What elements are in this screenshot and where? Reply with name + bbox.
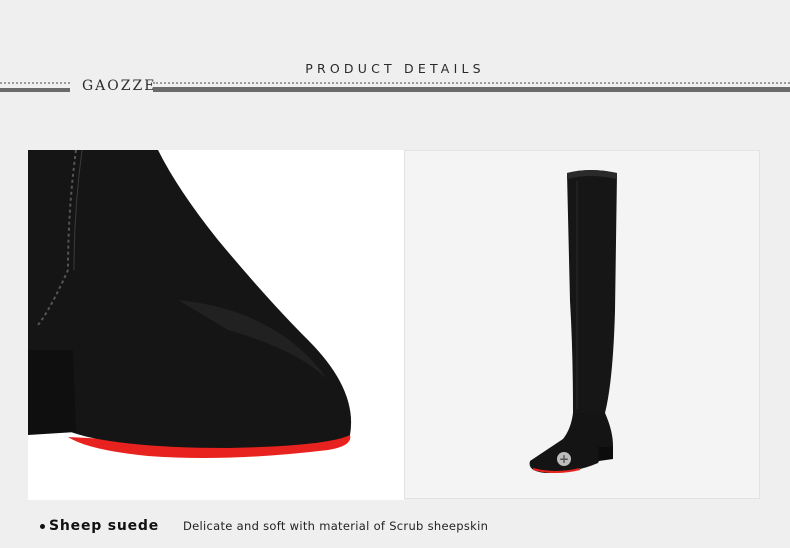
- header-title: PRODUCT DETAILS: [305, 61, 485, 76]
- boot-closeup-image: [28, 150, 404, 500]
- header-rule-left: [0, 88, 70, 92]
- brand-logo: GAOZZE: [82, 78, 157, 94]
- caption: Sheep suede: [40, 516, 159, 536]
- plus-circle-icon[interactable]: +: [557, 452, 571, 466]
- bullet-icon: [40, 523, 45, 529]
- caption-title: Sheep suede: [49, 518, 160, 534]
- header-rule-right: [153, 87, 790, 92]
- boot-full-image: +: [404, 150, 760, 499]
- caption-description: Delicate and soft with material of Scrub…: [183, 519, 489, 533]
- header-dotted-rule-left: [0, 82, 70, 84]
- header-dotted-rule-right: [153, 82, 790, 84]
